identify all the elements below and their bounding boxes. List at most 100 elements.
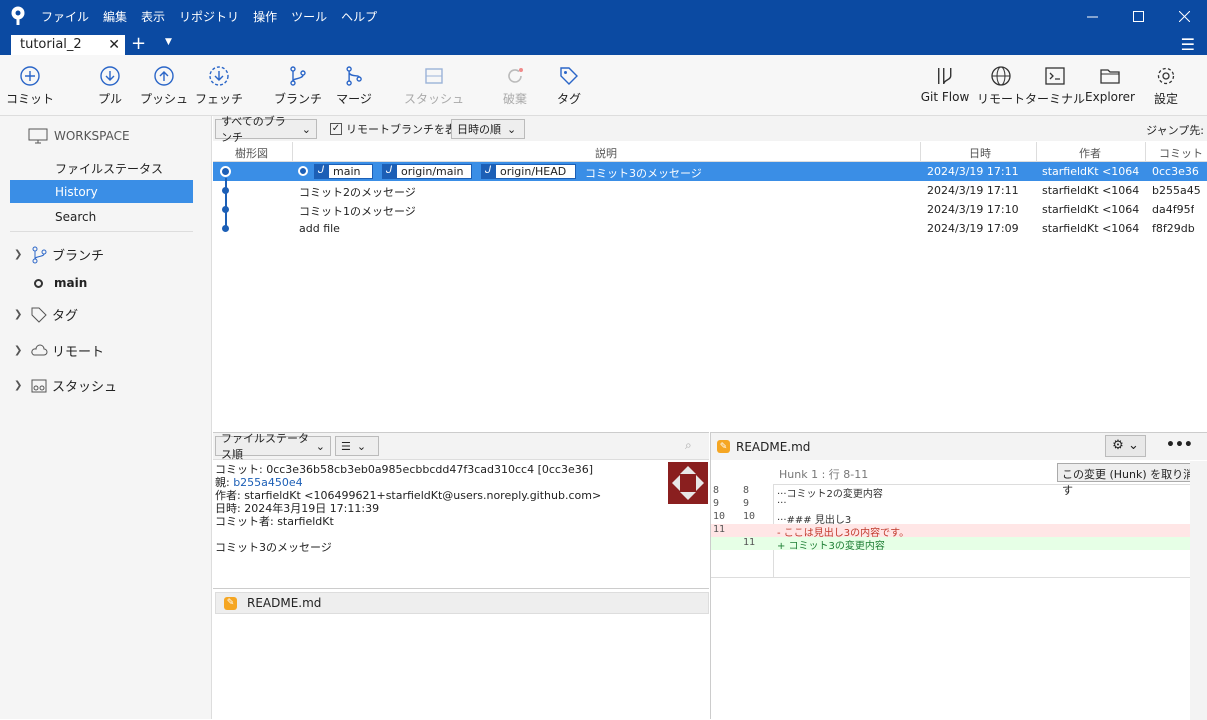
chevron-down-icon: ⌄ bbox=[315, 439, 325, 453]
menu-tools[interactable]: ツール bbox=[291, 8, 327, 25]
diff-line-removed: 11- ここは見出し3の内容です。 bbox=[711, 524, 1190, 539]
view-mode-select[interactable]: ☰ ⌄ bbox=[335, 436, 379, 456]
explorer-button[interactable]: Explorer bbox=[1085, 65, 1135, 104]
remote-button[interactable]: リモート bbox=[977, 65, 1025, 107]
order-select[interactable]: 日時の順 ⌄ bbox=[451, 119, 525, 139]
col-commit[interactable]: コミット bbox=[1159, 145, 1203, 161]
settings-label: 設定 bbox=[1153, 92, 1179, 106]
chevron-right-icon[interactable]: ❯ bbox=[14, 309, 26, 320]
col-description[interactable]: 説明 bbox=[595, 145, 617, 161]
git-flow-button[interactable]: Git Flow bbox=[921, 65, 969, 104]
head-marker-icon bbox=[298, 166, 308, 176]
commit-details-panel: ファイルステータス順 ⌄ ☰ ⌄ ⌕ コミット: 0cc3e36b58cb3eb0a… bbox=[213, 432, 709, 719]
branch-tag-origin-main[interactable]: ᒍ origin/main bbox=[382, 164, 472, 179]
menu-view[interactable]: 表示 bbox=[141, 8, 165, 25]
sidebar-section-branches[interactable]: ❯ ブランチ bbox=[14, 245, 104, 264]
explorer-label: Explorer bbox=[1085, 90, 1135, 104]
minimize-button[interactable] bbox=[1069, 0, 1115, 32]
col-author[interactable]: 作者 bbox=[1079, 145, 1101, 161]
menu-file[interactable]: ファイル bbox=[41, 8, 89, 25]
commit-message-line: コミット3のメッセージ bbox=[215, 541, 332, 554]
search-icon[interactable]: ⌕ bbox=[685, 438, 692, 453]
graph-node bbox=[222, 187, 229, 194]
sidebar-branch-main[interactable]: main bbox=[34, 276, 87, 290]
branch-tag-origin-head[interactable]: ᒍ origin/HEAD bbox=[481, 164, 576, 179]
sidebar-item-file-status[interactable]: ファイルステータス bbox=[10, 155, 193, 178]
commit-row[interactable]: add file 2024/3/19 17:09 starfieldKt <10… bbox=[213, 219, 1207, 238]
terminal-button[interactable]: ターミナル bbox=[1025, 65, 1085, 107]
revert-hunk-button[interactable]: この変更 (Hunk) を取り消す bbox=[1057, 463, 1207, 497]
diff-options-button[interactable]: ⚙ ⌄ bbox=[1105, 435, 1146, 457]
commit-row[interactable]: コミット1のメッセージ 2024/3/19 17:10 starfieldKt … bbox=[213, 200, 1207, 219]
discard-label: 破棄 bbox=[502, 92, 528, 106]
diff-line-text: ··· bbox=[777, 498, 787, 509]
chevron-down-icon: ⌄ bbox=[356, 439, 367, 453]
show-remote-checkbox[interactable]: ✓ リモートブランチを表示 bbox=[330, 121, 467, 137]
new-tab-button[interactable]: + bbox=[131, 33, 146, 54]
menu-edit[interactable]: 編集 bbox=[103, 8, 127, 25]
col-graph[interactable]: 樹形図 bbox=[235, 145, 268, 161]
discard-button[interactable]: 破棄 bbox=[503, 65, 527, 107]
list-icon: ☰ bbox=[341, 439, 351, 453]
tag-label: main bbox=[333, 165, 361, 178]
menu-actions[interactable]: 操作 bbox=[253, 8, 277, 25]
tab-dropdown-icon[interactable]: ▼ bbox=[165, 37, 172, 47]
monitor-icon bbox=[28, 128, 48, 144]
merge-label: マージ bbox=[336, 92, 372, 106]
graph-node bbox=[222, 206, 229, 213]
sort-select[interactable]: ファイルステータス順 ⌄ bbox=[215, 432, 331, 461]
tag-button[interactable]: タグ bbox=[557, 65, 581, 107]
sidebar-item-label: Search bbox=[55, 210, 97, 224]
sourcetree-logo-icon bbox=[11, 6, 25, 25]
chevron-right-icon[interactable]: ❯ bbox=[14, 380, 26, 391]
sidebar-item-search[interactable]: Search bbox=[10, 205, 193, 228]
sidebar-item-history[interactable]: History bbox=[10, 180, 193, 203]
merge-button[interactable]: マージ bbox=[336, 65, 372, 107]
gear-icon: ⚙ ⌄ bbox=[1112, 438, 1139, 453]
chevron-down-icon[interactable]: ❯ bbox=[14, 249, 26, 260]
commit-author: starfieldKt <106499 bbox=[1042, 222, 1140, 235]
sidebar-section-remotes[interactable]: ❯ リモート bbox=[14, 341, 104, 360]
branch-label: ブランチ bbox=[273, 92, 323, 106]
commit-author: starfieldKt <106499 bbox=[1042, 184, 1140, 197]
col-date[interactable]: 日時 bbox=[969, 145, 991, 161]
branch-name: main bbox=[54, 276, 88, 290]
sidebar-section-tags[interactable]: ❯ タグ bbox=[14, 305, 78, 324]
diff-file-name: README.md bbox=[736, 439, 811, 454]
more-options-icon[interactable]: ••• bbox=[1166, 437, 1193, 453]
commit-row[interactable]: コミット2のメッセージ 2024/3/19 17:11 starfieldKt … bbox=[213, 181, 1207, 200]
sidebar-divider bbox=[10, 231, 193, 232]
stash-button[interactable]: スタッシュ bbox=[404, 65, 464, 107]
graph-node bbox=[222, 225, 229, 232]
tab-close-icon[interactable]: ✕ bbox=[108, 37, 120, 53]
push-button[interactable]: プッシュ bbox=[140, 65, 188, 107]
pull-button[interactable]: プル bbox=[98, 65, 122, 107]
terminal-label: ターミナル bbox=[1024, 92, 1086, 106]
parent-link[interactable]: b255a450e4 bbox=[233, 476, 302, 489]
fetch-button[interactable]: フェッチ bbox=[195, 65, 243, 107]
close-button[interactable] bbox=[1161, 0, 1207, 32]
branch-icon bbox=[290, 66, 306, 86]
settings-button[interactable]: 設定 bbox=[1154, 65, 1178, 107]
branch-filter-select[interactable]: すべてのブランチ ⌄ bbox=[215, 115, 317, 144]
repo-tab[interactable]: tutorial_2 ✕ bbox=[11, 35, 125, 55]
old-line-number: 11 bbox=[713, 524, 726, 535]
commit-date: 2024/3/19 17:10 bbox=[927, 203, 1019, 216]
menu-repository[interactable]: リポジトリ bbox=[179, 8, 239, 25]
diff-scrollbar[interactable] bbox=[1190, 461, 1207, 720]
commit-message: コミット1のメッセージ bbox=[299, 205, 416, 218]
chevron-right-icon[interactable]: ❯ bbox=[14, 345, 26, 356]
changed-file-row[interactable]: ✎ README.md bbox=[215, 592, 709, 614]
merge-icon bbox=[346, 66, 362, 86]
maximize-button[interactable] bbox=[1115, 0, 1161, 32]
menu-help[interactable]: ヘルプ bbox=[341, 8, 377, 25]
branch-tag-main[interactable]: ᒍ main bbox=[314, 164, 373, 179]
branch-button[interactable]: ブランチ bbox=[274, 65, 322, 107]
folder-icon bbox=[1100, 69, 1120, 84]
commit-row[interactable]: ᒍ main ᒍ origin/main ᒍ origin/HEAD コミット3のメッ… bbox=[213, 162, 1207, 181]
old-line-number: 8 bbox=[713, 485, 720, 496]
fetch-label: フェッチ bbox=[194, 92, 244, 106]
commit-button[interactable]: コミット bbox=[6, 65, 54, 107]
sidebar-section-stash[interactable]: ❯ スタッシュ bbox=[14, 376, 117, 395]
hamburger-menu-icon[interactable]: ☰ bbox=[1181, 35, 1195, 54]
